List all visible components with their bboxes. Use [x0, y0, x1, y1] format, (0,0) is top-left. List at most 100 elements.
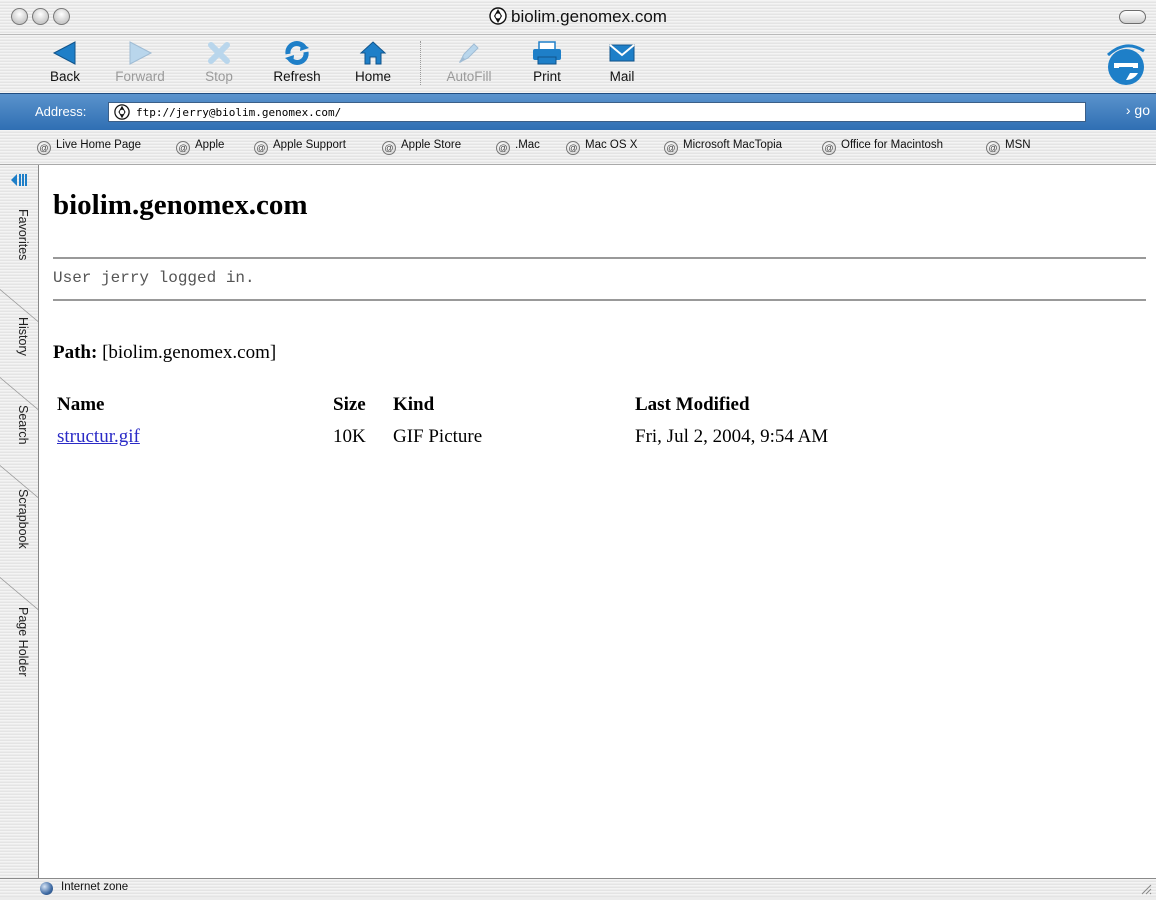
favorite-label: Apple Store	[401, 139, 462, 151]
go-arrow-icon: ›	[1125, 102, 1131, 118]
stop-label: Stop	[205, 69, 233, 84]
address-bar: Address: › go	[0, 93, 1156, 131]
path-value: [biolim.genomex.com]	[102, 342, 277, 363]
at-sign-icon: @	[566, 141, 580, 155]
globe-icon	[114, 104, 130, 125]
favorite-label: Apple	[195, 139, 225, 151]
forward-button[interactable]: Forward	[108, 39, 172, 84]
tab-search[interactable]: Search	[4, 405, 30, 477]
file-modified-cell: Fri, Jul 2, 2004, 9:54 AM	[635, 426, 829, 447]
title-bar: biolim.genomex.com	[0, 0, 1156, 35]
file-link[interactable]: structur.gif	[57, 426, 140, 447]
page-content: biolim.genomex.com User jerry logged in.…	[39, 165, 1156, 878]
home-label: Home	[354, 69, 391, 84]
favorite-label: Mac OS X	[585, 139, 638, 151]
tab-search-label: Search	[16, 405, 30, 445]
internet-zone-globe-icon	[40, 882, 53, 895]
path-line: Path: [biolim.genomex.com]	[53, 342, 276, 364]
toolbar-toggle-button[interactable]	[1119, 10, 1146, 24]
printer-icon	[531, 40, 563, 69]
file-size-cell: 10K	[333, 426, 366, 447]
autofill-button[interactable]: AutoFill	[438, 39, 500, 84]
tab-scrapbook[interactable]: Scrapbook	[4, 489, 30, 589]
tab-history[interactable]: History	[4, 317, 30, 389]
mail-icon	[608, 42, 636, 67]
tab-favorites-label: Favorites	[16, 209, 30, 261]
go-button[interactable]: › go	[1126, 102, 1150, 118]
file-kind-cell: GIF Picture	[393, 426, 483, 447]
favorite-label: Office for Macintosh	[841, 139, 944, 151]
at-sign-icon: @	[254, 141, 268, 155]
at-sign-icon: @	[664, 141, 678, 155]
tab-page-holder[interactable]: Page Holder	[4, 607, 30, 717]
address-field[interactable]	[108, 102, 1086, 122]
go-label: go	[1134, 102, 1150, 118]
toolbar-separator	[420, 41, 421, 85]
toolbar: Back Forward Stop Refresh Home AutoFill …	[0, 35, 1156, 93]
refresh-icon	[282, 40, 312, 69]
address-input[interactable]	[136, 104, 1066, 120]
favorite-item-msn[interactable]: @ MSN	[986, 139, 1031, 155]
window-title: biolim.genomex.com	[511, 7, 667, 26]
tab-history-label: History	[16, 317, 30, 356]
favorite-item-apple-support[interactable]: @ Apple Support	[254, 139, 346, 155]
column-header-kind: Kind	[393, 394, 435, 415]
favorite-item-live-home-page[interactable]: @ Live Home Page	[37, 139, 141, 155]
favorite-label: Live Home Page	[56, 139, 142, 151]
column-header-size: Size	[333, 394, 366, 415]
favorites-bar: @ Live Home Page @ Apple @ Apple Support @ A…	[0, 130, 1156, 165]
favorite-label: MSN	[1005, 139, 1031, 151]
page-title: biolim.genomex.com	[53, 189, 308, 221]
refresh-button[interactable]: Refresh	[268, 39, 326, 84]
at-sign-icon: @	[37, 141, 51, 155]
back-arrow-icon	[51, 40, 79, 69]
back-button[interactable]: Back	[46, 39, 84, 84]
file-name-cell: structur.gif	[57, 426, 140, 448]
window-title-wrap: biolim.genomex.com	[0, 7, 1156, 30]
column-header-name: Name	[57, 394, 105, 415]
path-label: Path:	[53, 342, 98, 363]
address-label: Address:	[35, 104, 87, 119]
column-header-last-modified: Last Modified	[635, 394, 750, 415]
tab-favorites[interactable]: Favorites	[4, 209, 30, 299]
at-sign-icon: @	[176, 141, 190, 155]
divider	[53, 299, 1146, 301]
favorite-item-microsoft-mactopia[interactable]: @ Microsoft MacTopia	[664, 139, 782, 155]
favorite-item-apple[interactable]: @ Apple	[176, 139, 224, 155]
mail-label: Mail	[609, 69, 635, 84]
favorite-label: Apple Support	[273, 139, 346, 151]
stop-x-icon	[206, 40, 232, 69]
tab-scrapbook-label: Scrapbook	[16, 489, 30, 549]
forward-label: Forward	[115, 69, 165, 84]
login-message: User jerry logged in.	[53, 269, 255, 287]
print-button[interactable]: Print	[525, 39, 569, 84]
collapse-sidebar-icon[interactable]	[10, 173, 28, 192]
globe-icon	[489, 7, 507, 30]
forward-arrow-icon	[126, 40, 154, 69]
at-sign-icon: @	[496, 141, 510, 155]
favorite-item-dot-mac[interactable]: @ .Mac	[496, 139, 540, 155]
tab-page-holder-label: Page Holder	[16, 607, 30, 677]
print-label: Print	[533, 69, 561, 84]
status-bar: Internet zone	[0, 878, 1156, 897]
resize-grip-icon[interactable]	[1140, 882, 1152, 900]
home-icon	[359, 40, 387, 69]
favorite-label: Microsoft MacTopia	[683, 139, 783, 151]
autofill-icon	[456, 40, 482, 69]
refresh-label: Refresh	[273, 69, 321, 84]
stop-button[interactable]: Stop	[199, 39, 239, 84]
zone-label: Internet zone	[61, 881, 129, 893]
at-sign-icon: @	[382, 141, 396, 155]
mail-button[interactable]: Mail	[602, 39, 642, 84]
explorer-bar-tabs: Favorites History Search Scrapbook Page …	[0, 165, 39, 878]
autofill-label: AutoFill	[446, 69, 492, 84]
internet-explorer-logo-icon	[1104, 41, 1148, 94]
favorite-item-office-for-macintosh[interactable]: @ Office for Macintosh	[822, 139, 943, 155]
home-button[interactable]: Home	[349, 39, 397, 84]
at-sign-icon: @	[986, 141, 1000, 155]
favorite-item-apple-store[interactable]: @ Apple Store	[382, 139, 461, 155]
divider	[53, 257, 1146, 259]
favorite-item-mac-os-x[interactable]: @ Mac OS X	[566, 139, 637, 155]
at-sign-icon: @	[822, 141, 836, 155]
favorite-label: .Mac	[515, 139, 540, 151]
